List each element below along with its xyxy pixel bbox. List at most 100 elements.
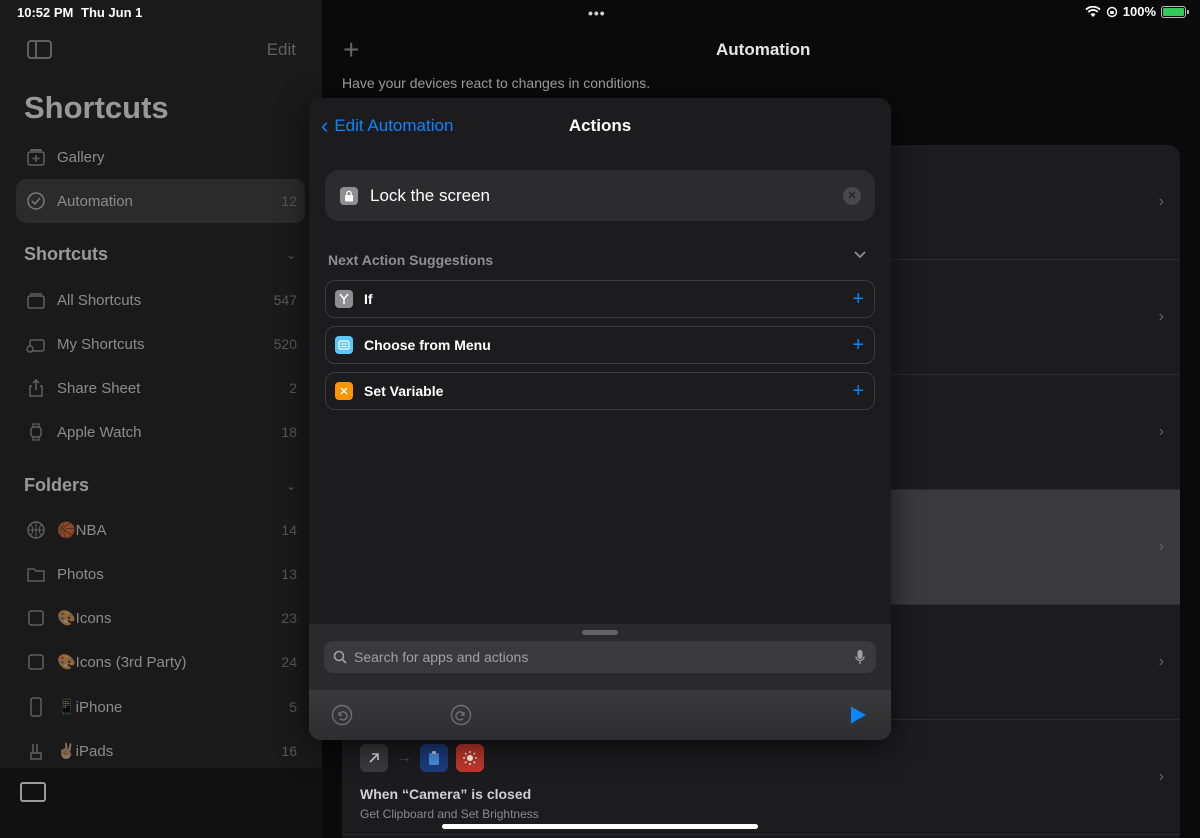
sidebar-item-label: All Shortcuts xyxy=(57,291,142,309)
drag-handle[interactable] xyxy=(582,630,618,635)
wifi-icon xyxy=(1085,5,1101,17)
chevron-right-icon: › xyxy=(1158,538,1164,555)
sidebar-item-folder[interactable]: 🎨Icons 23 xyxy=(16,596,305,640)
sidebar-item-count: 16 xyxy=(281,743,297,759)
person-stack-icon xyxy=(25,333,47,355)
sidebar-item-count: 2 xyxy=(289,380,297,396)
suggestions-header[interactable]: Next Action Suggestions xyxy=(328,252,493,268)
sidebar-item-label: 🎨Icons xyxy=(57,610,112,627)
chevron-down-icon[interactable]: ⌄ xyxy=(286,248,296,262)
sidebar-bottom-bar xyxy=(0,768,322,838)
add-icon[interactable]: + xyxy=(852,335,864,355)
status-time: 10:52 PM xyxy=(17,5,74,20)
sheet-title: Actions xyxy=(568,116,632,135)
sidebar-item-label: ✌🏼iPads xyxy=(57,743,114,760)
sidebar-item-label: My Shortcuts xyxy=(57,335,145,353)
action-label: Lock the screen xyxy=(370,185,491,205)
phone-icon xyxy=(25,696,47,718)
square-icon xyxy=(25,651,47,673)
sidebar-title: Shortcuts xyxy=(24,90,169,125)
action-card-lock-screen[interactable]: Lock the screen ✕ xyxy=(325,170,875,221)
open-app-icon xyxy=(360,744,388,772)
share-icon xyxy=(25,377,47,399)
search-input[interactable] xyxy=(354,649,853,665)
sidebar-item-count: 5 xyxy=(289,699,297,715)
sidebar-item-folder[interactable]: 🏀NBA 14 xyxy=(16,508,305,552)
sidebar-item-folder[interactable]: Photos 13 xyxy=(16,552,305,596)
multitasking-dots[interactable]: ••• xyxy=(588,5,606,21)
orientation-lock-icon xyxy=(1106,6,1117,17)
sidebar-item-label: 📱iPhone xyxy=(57,699,123,716)
suggestion-set-variable[interactable]: Set Variable + xyxy=(325,372,875,410)
basketball-icon xyxy=(25,519,47,541)
folder-icon xyxy=(25,563,47,585)
chevron-down-icon[interactable] xyxy=(853,250,867,260)
sidebar-item-count: 547 xyxy=(273,292,297,308)
arrow-right-icon: → xyxy=(396,749,412,766)
automation-title: When “Camera” is closed xyxy=(360,786,532,802)
sidebar-item-my-shortcuts[interactable]: My Shortcuts 520 xyxy=(16,322,305,366)
page-subtitle: Have your devices react to changes in co… xyxy=(342,75,651,91)
suggestion-label: Choose from Menu xyxy=(364,337,491,353)
suggestion-choose-from-menu[interactable]: Choose from Menu + xyxy=(325,326,875,364)
sidebar-item-count: 14 xyxy=(281,522,297,538)
status-date: Thu Jun 1 xyxy=(81,5,143,20)
sidebar-item-folder[interactable]: ✌🏼iPads 16 xyxy=(16,729,305,773)
sidebar-item-share-sheet[interactable]: Share Sheet 2 xyxy=(16,366,305,410)
row-icons: → xyxy=(360,744,484,772)
add-automation-icon[interactable]: + xyxy=(343,34,359,66)
search-panel xyxy=(309,624,891,740)
chevron-right-icon: › xyxy=(1158,653,1164,670)
sidebar-item-apple-watch[interactable]: Apple Watch 18 xyxy=(16,410,305,454)
variable-icon xyxy=(335,382,353,400)
automation-icon xyxy=(25,190,47,212)
chevron-right-icon: › xyxy=(1158,423,1164,440)
suggestion-label: Set Variable xyxy=(364,383,444,399)
suggestion-if[interactable]: If + xyxy=(325,280,875,318)
watch-icon xyxy=(25,421,47,443)
sidebar-item-all-shortcuts[interactable]: All Shortcuts 547 xyxy=(16,278,305,322)
square-icon xyxy=(25,607,47,629)
chevron-right-icon: › xyxy=(1158,768,1164,785)
actions-sheet: ‹ Edit Automation Actions Lock the scree… xyxy=(309,98,891,740)
redo-icon[interactable] xyxy=(450,704,472,726)
new-folder-icon[interactable] xyxy=(20,782,46,802)
brightness-icon xyxy=(456,744,484,772)
undo-icon[interactable] xyxy=(331,704,353,726)
chevron-down-icon[interactable]: ⌄ xyxy=(286,479,296,493)
add-icon[interactable]: + xyxy=(852,289,864,309)
sidebar-item-label: Photos xyxy=(57,565,104,583)
folders-section-header[interactable]: Folders xyxy=(24,475,89,496)
branch-icon xyxy=(335,290,353,308)
microphone-icon[interactable] xyxy=(853,649,867,665)
page-title: Automation xyxy=(716,40,811,59)
home-indicator[interactable] xyxy=(442,824,758,829)
play-icon[interactable] xyxy=(847,704,869,726)
sidebar-item-count: 24 xyxy=(281,654,297,670)
sidebar-toggle-icon[interactable] xyxy=(27,40,52,59)
sidebar-item-label: Share Sheet xyxy=(57,379,141,397)
edit-button[interactable]: Edit xyxy=(267,40,296,60)
sidebar-item-label: 🏀NBA xyxy=(57,522,107,539)
sidebar-item-count: 18 xyxy=(281,424,297,440)
gallery-icon xyxy=(25,146,47,168)
sidebar-item-label: Gallery xyxy=(57,148,105,166)
remove-action-button[interactable]: ✕ xyxy=(843,186,861,205)
clipboard-icon xyxy=(420,744,448,772)
sidebar-item-folder[interactable]: 🎨Icons (3rd Party) 24 xyxy=(16,640,305,684)
sidebar-item-automation[interactable]: Automation 12 xyxy=(16,179,305,223)
sidebar-item-label: Apple Watch xyxy=(57,423,142,441)
sidebar-item-count: 520 xyxy=(273,336,297,352)
search-field[interactable] xyxy=(324,641,876,673)
stack-icon xyxy=(25,289,47,311)
suggestion-label: If xyxy=(364,291,373,307)
sidebar-item-gallery[interactable]: Gallery xyxy=(16,135,305,179)
sidebar-item-label: Automation xyxy=(57,192,133,210)
add-icon[interactable]: + xyxy=(852,381,864,401)
status-right: 100% xyxy=(1085,4,1189,19)
shortcuts-section-header[interactable]: Shortcuts xyxy=(24,244,108,265)
sidebar-item-count: 13 xyxy=(281,566,297,582)
sidebar-item-folder[interactable]: 📱iPhone 5 xyxy=(16,685,305,729)
lock-icon xyxy=(340,186,358,205)
sidebar: Edit Shortcuts Gallery Automation 12 Sho… xyxy=(0,0,322,838)
